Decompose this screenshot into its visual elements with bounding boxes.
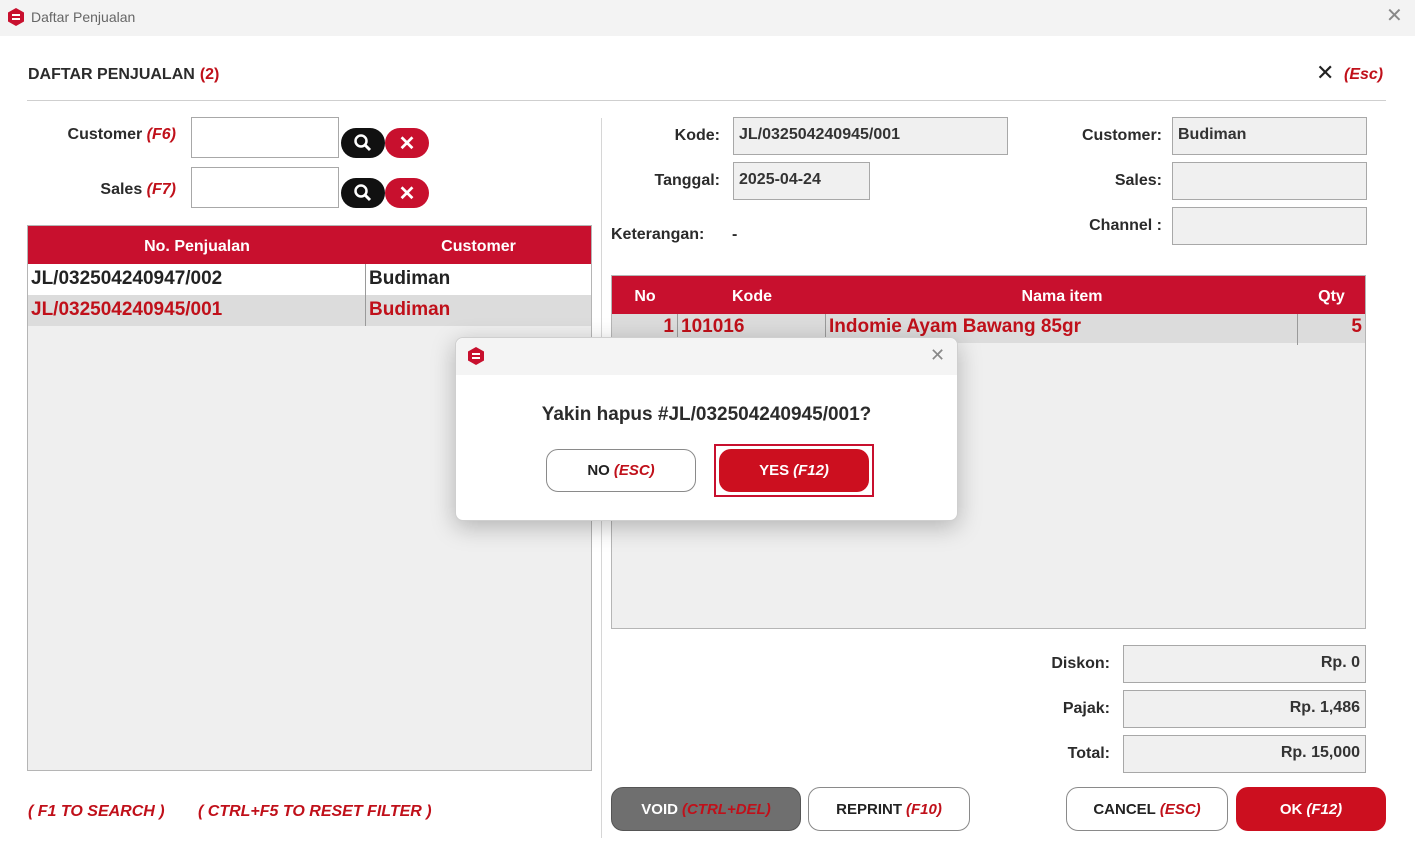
dialog-yes-label: YES xyxy=(759,462,790,479)
total-label: Total: xyxy=(1067,745,1110,762)
pajak-field: Rp. 1,486 xyxy=(1123,690,1366,728)
void-button-key: (CTRL+DEL) xyxy=(681,800,771,818)
dialog-message: Yakin hapus #JL/032504240945/001? xyxy=(541,404,872,425)
sales-search-button[interactable] xyxy=(341,178,385,208)
sales-filter-label-text: Sales xyxy=(100,181,143,198)
confirm-delete-dialog: ✕ Yakin hapus #JL/032504240945/001? NO (E… xyxy=(455,337,958,521)
cancel-button-label: CANCEL xyxy=(1093,800,1156,818)
cell-no-penjualan: JL/032504240945/001 xyxy=(28,295,366,326)
sales-label: Sales: xyxy=(1114,172,1162,189)
channel-field xyxy=(1172,207,1367,245)
total-field: Rp. 15,000 xyxy=(1123,735,1366,773)
kode-label: Kode: xyxy=(674,127,720,144)
dialog-yes-key: (F12) xyxy=(793,462,829,479)
channel-label: Channel : xyxy=(1089,217,1162,234)
customer-search-button[interactable] xyxy=(341,128,385,158)
dialog-no-label: NO xyxy=(587,462,610,479)
search-icon xyxy=(354,184,372,202)
customer-clear-button[interactable]: ✕ xyxy=(385,128,429,158)
column-header-qty[interactable]: Qty xyxy=(1298,276,1365,306)
header-divider xyxy=(27,100,1386,101)
page-title: DAFTAR PENJUALAN (2) xyxy=(28,66,219,84)
void-button[interactable]: VOID (CTRL+DEL) xyxy=(611,787,801,831)
diskon-label: Diskon: xyxy=(1051,655,1110,672)
sales-field xyxy=(1172,162,1367,200)
dialog-no-button[interactable]: NO (ESC) xyxy=(546,449,696,492)
table-row-selected[interactable]: JL/032504240945/001 Budiman xyxy=(28,295,591,326)
search-icon xyxy=(354,134,372,152)
customer-filter-key: (F6) xyxy=(146,126,176,143)
ok-button[interactable]: OK (F12) xyxy=(1236,787,1386,831)
cell-no-penjualan: JL/032504240947/002 xyxy=(28,264,366,295)
sales-clear-button[interactable]: ✕ xyxy=(385,178,429,208)
cancel-button[interactable]: CANCEL (ESC) xyxy=(1066,787,1228,831)
item-cell-qty: 5 xyxy=(1351,316,1362,337)
reprint-button[interactable]: REPRINT (F10) xyxy=(808,787,970,831)
ok-button-label: OK xyxy=(1279,800,1303,818)
cell-customer: Budiman xyxy=(369,299,451,320)
sales-filter-input[interactable] xyxy=(191,167,339,208)
column-header-no-penjualan[interactable]: No. Penjualan xyxy=(28,226,366,256)
ok-button-key: (F12) xyxy=(1306,800,1343,818)
sales-filter-key: (F7) xyxy=(146,181,176,198)
reset-filter-hint: ( CTRL+F5 TO RESET FILTER ) xyxy=(198,803,432,820)
cancel-button-key: (ESC) xyxy=(1159,800,1201,818)
keterangan-value: - xyxy=(732,226,738,243)
tanggal-label: Tanggal: xyxy=(654,172,720,189)
column-header-no[interactable]: No xyxy=(612,276,678,306)
clear-icon: ✕ xyxy=(398,132,416,155)
column-header-nama-item[interactable]: Nama item xyxy=(826,276,1298,306)
customer-filter-input[interactable] xyxy=(191,117,339,158)
customer-label: Customer: xyxy=(1081,127,1162,144)
record-count: (2) xyxy=(199,66,220,83)
window-titlebar: Daftar Penjualan ✕ xyxy=(0,0,1415,36)
reprint-button-label: REPRINT xyxy=(836,800,902,818)
sales-filter-label: Sales (F7) xyxy=(40,181,176,199)
window-title: Daftar Penjualan xyxy=(31,9,136,25)
table-row[interactable]: JL/032504240947/002 Budiman xyxy=(28,264,591,295)
pajak-label: Pajak: xyxy=(1062,700,1110,717)
keterangan-label: Keterangan: xyxy=(611,226,705,243)
tanggal-field: 2025-04-24 xyxy=(733,162,870,200)
cell-customer: Budiman xyxy=(369,268,451,289)
dialog-close-icon[interactable]: ✕ xyxy=(930,346,945,364)
page-title-text: DAFTAR PENJUALAN xyxy=(28,66,195,83)
dialog-yes-button[interactable]: YES (F12) xyxy=(719,449,869,492)
customer-filter-label: Customer (F6) xyxy=(40,126,176,144)
reprint-button-key: (F10) xyxy=(906,800,942,818)
sales-list-header: No. Penjualan Customer xyxy=(28,226,591,264)
close-icon[interactable]: ✕ xyxy=(1316,62,1334,84)
app-logo-icon xyxy=(8,8,24,26)
close-shortcut-hint[interactable]: (Esc) xyxy=(1344,66,1383,84)
search-hint: ( F1 TO SEARCH ) xyxy=(28,803,165,820)
items-header: No Kode Nama item Qty xyxy=(612,276,1365,314)
column-header-customer[interactable]: Customer xyxy=(366,226,591,256)
kode-field: JL/032504240945/001 xyxy=(733,117,1008,155)
customer-field: Budiman xyxy=(1172,117,1367,155)
dialog-no-key: (ESC) xyxy=(613,462,655,479)
void-button-label: VOID xyxy=(641,800,678,818)
column-header-kode[interactable]: Kode xyxy=(678,276,826,306)
window-close-icon[interactable]: ✕ xyxy=(1386,6,1403,26)
dialog-header: ✕ xyxy=(456,338,957,375)
customer-filter-label-text: Customer xyxy=(67,126,143,143)
app-logo-icon xyxy=(468,347,484,365)
diskon-field: Rp. 0 xyxy=(1123,645,1366,683)
clear-icon: ✕ xyxy=(398,182,416,205)
